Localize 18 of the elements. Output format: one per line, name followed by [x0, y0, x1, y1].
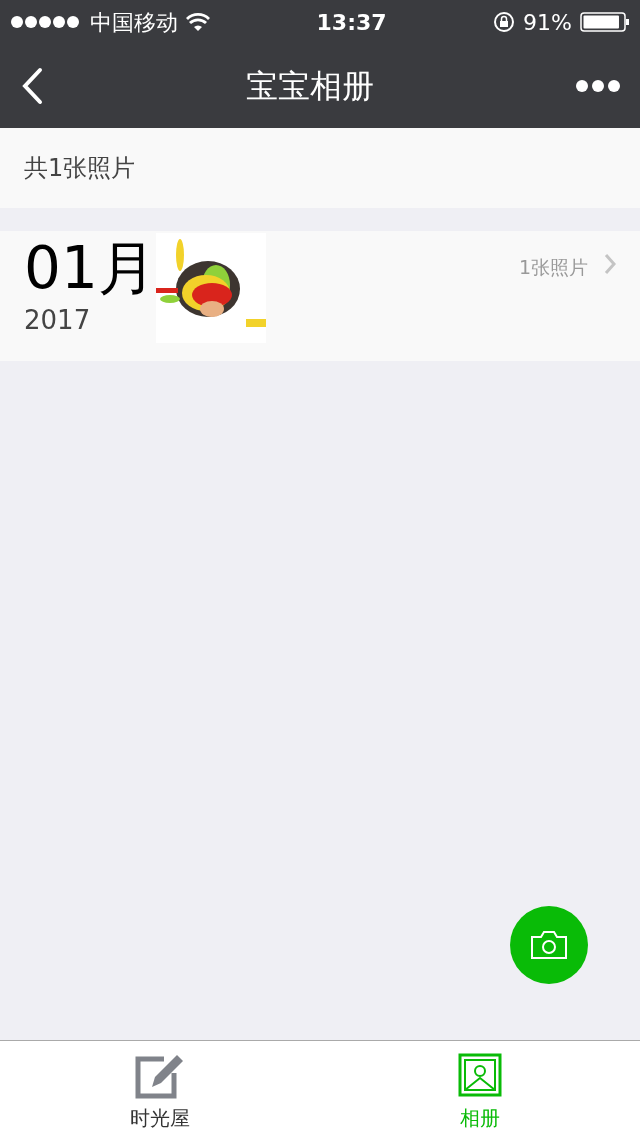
battery-icon — [580, 12, 630, 32]
photo-icon — [456, 1051, 504, 1099]
more-icon[interactable] — [576, 80, 620, 92]
tab-item[interactable]: 时光屋 — [0, 1041, 320, 1136]
month-label: 01月 — [24, 237, 156, 301]
carrier-name: 中国移动 — [90, 8, 178, 37]
rotation-lock-icon — [493, 11, 516, 33]
wifi-icon — [186, 13, 210, 31]
signal-icon — [10, 15, 82, 29]
photo-count: 1张照片 — [518, 255, 588, 280]
year-label: 2017 — [24, 303, 92, 337]
page-title: 宝宝相册 — [246, 66, 374, 107]
status-time: 13:37 — [316, 8, 387, 37]
month-card[interactable]: 01月 2017 1张照片 — [0, 231, 640, 361]
photo-total: 共1张照片 — [24, 153, 136, 184]
battery-percent: 91% — [523, 8, 572, 37]
back-icon[interactable] — [20, 67, 44, 105]
camera-icon — [529, 929, 569, 961]
